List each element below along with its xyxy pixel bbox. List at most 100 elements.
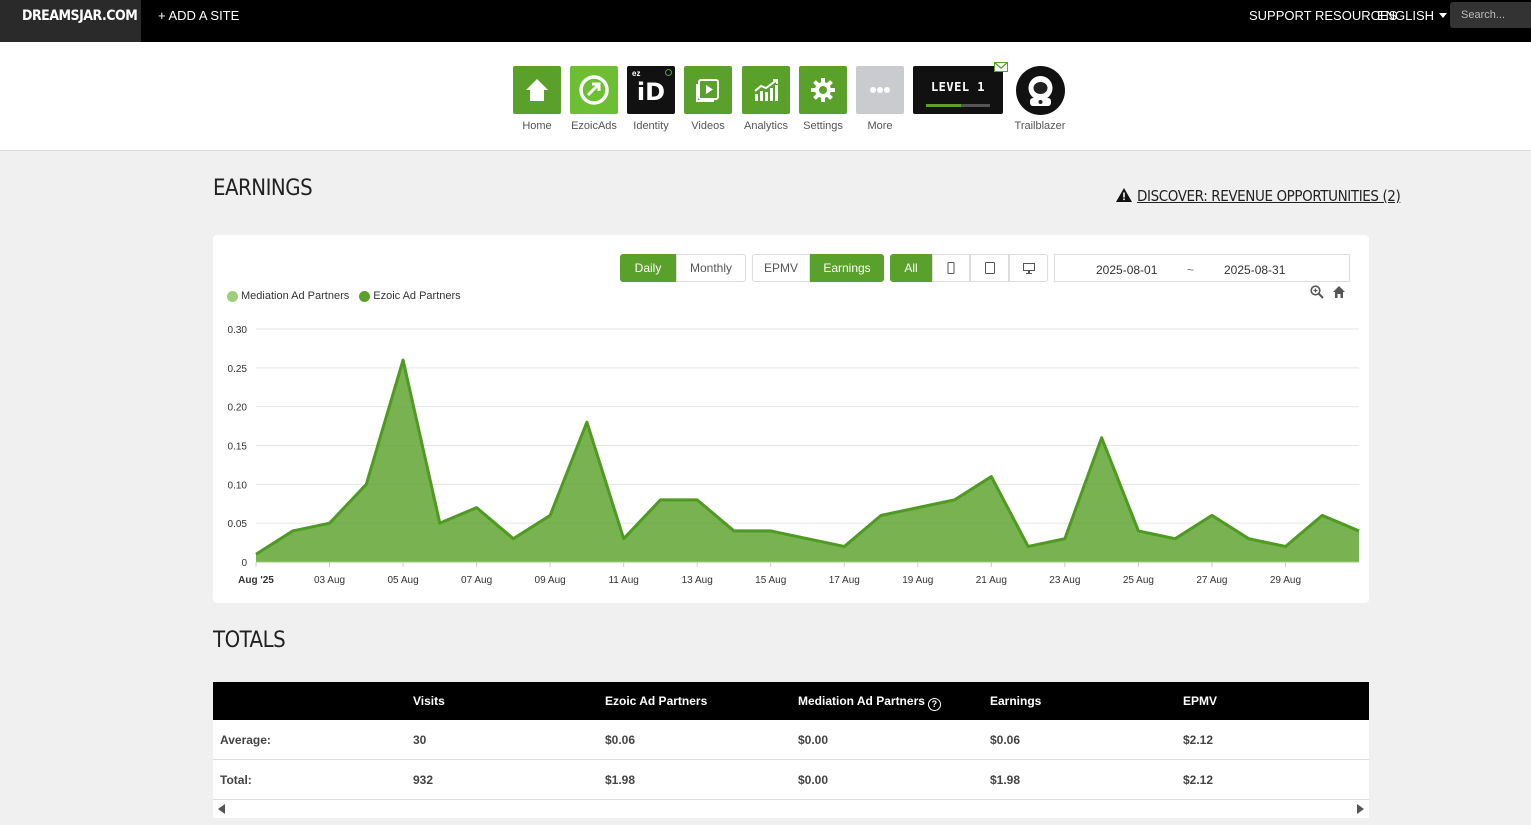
mobile-button[interactable]	[932, 254, 970, 282]
analytics-icon	[754, 79, 778, 101]
x-tick-label: 27 Aug	[1196, 575, 1227, 586]
earnings-chart-card: Daily Monthly EPMV Earnings All 2025-08-…	[213, 235, 1369, 603]
chart-legend: Mediation Ad Partners Ezoic Ad Partners	[227, 290, 471, 302]
home-icon	[526, 79, 548, 101]
avatar[interactable]	[1016, 66, 1065, 115]
all-devices-button[interactable]: All	[890, 254, 932, 282]
desktop-icon	[1022, 262, 1035, 274]
y-tick-label: 0.25	[228, 364, 248, 375]
help-icon[interactable]: ?	[927, 697, 941, 711]
horizontal-scrollbar[interactable]	[213, 800, 1369, 818]
table-cell: $0.06	[990, 733, 1021, 747]
tablet-icon	[984, 262, 995, 274]
date-start: 2025-08-01	[1096, 263, 1158, 277]
video-icon	[696, 79, 719, 102]
metric-toggle: EPMV Earnings	[752, 254, 884, 282]
x-tick-label: 21 Aug	[976, 575, 1007, 586]
desktop-button[interactable]	[1009, 254, 1048, 282]
settings-app-button[interactable]	[799, 66, 847, 114]
language-label: ENGLISH	[1377, 8, 1435, 23]
discover-revenue-link[interactable]: DISCOVER: REVENUE OPPORTUNITIES (2)	[1115, 187, 1401, 205]
x-tick-label: 07 Aug	[461, 575, 492, 586]
search-input[interactable]	[1450, 2, 1531, 28]
date-separator: ~	[1187, 263, 1195, 277]
gear-icon	[811, 78, 835, 102]
table-header: Visits Ezoic Ad Partners Mediation Ad Pa…	[213, 682, 1369, 720]
level-progress-bar	[926, 104, 990, 107]
series-area-ezoic	[256, 360, 1359, 562]
x-tick-label: 25 Aug	[1123, 575, 1154, 586]
device-toggle: All	[890, 254, 1048, 282]
scroll-right-icon[interactable]	[1356, 804, 1364, 814]
table-cell: $2.12	[1183, 773, 1214, 787]
site-brand-link[interactable]: DREAMSJAR.COM	[0, 0, 141, 42]
column-header: EPMV	[1183, 694, 1218, 708]
totals-heading: TOTALS	[213, 628, 286, 653]
legend-mediation[interactable]: Mediation Ad Partners	[227, 290, 349, 302]
add-site-link[interactable]: + ADD A SITE	[158, 0, 239, 32]
column-header: Earnings	[990, 694, 1042, 708]
y-tick-label: 0.30	[228, 325, 248, 336]
table-cell: $0.00	[798, 773, 829, 787]
x-tick-label: 17 Aug	[829, 575, 860, 586]
table-cell: 30	[413, 733, 427, 747]
earnings-button[interactable]: Earnings	[810, 254, 884, 282]
table-row: Total: 932 $1.98 $0.00 $1.98 $2.12	[213, 760, 1369, 800]
table-cell: Total:	[220, 773, 252, 787]
more-app-button[interactable]	[856, 66, 904, 114]
identity-sub-label: ez	[632, 69, 641, 78]
table-cell: $1.98	[605, 773, 636, 787]
y-tick-label: 0.05	[228, 519, 248, 530]
x-tick-label: 29 Aug	[1270, 575, 1301, 586]
y-tick-label: 0.10	[228, 480, 248, 491]
earnings-heading: EARNINGS	[213, 176, 313, 201]
ezoicads-icon	[579, 75, 609, 105]
monthly-button[interactable]: Monthly	[676, 254, 746, 282]
legend-label: Mediation Ad Partners	[241, 290, 350, 302]
level-badge-button[interactable]: LEVEL 1	[913, 66, 1003, 114]
mail-icon[interactable]	[994, 62, 1008, 72]
discover-label: DISCOVER: REVENUE OPPORTUNITIES (2)	[1137, 187, 1401, 205]
profile-label: Trailblazer	[1014, 120, 1066, 132]
tablet-button[interactable]	[970, 254, 1009, 282]
zoom-icon[interactable]	[1310, 285, 1324, 299]
language-dropdown[interactable]: ENGLISH	[1377, 0, 1448, 32]
scroll-left-icon[interactable]	[218, 804, 226, 814]
table-cell: $2.12	[1183, 733, 1214, 747]
level-progress-fill	[926, 104, 962, 107]
y-tick-label: 0.15	[228, 442, 248, 453]
daily-button[interactable]: Daily	[620, 254, 676, 282]
column-header-mediation: Mediation Ad Partners?	[798, 682, 941, 720]
column-header: Mediation Ad Partners	[798, 694, 925, 708]
y-tick-label: 0	[241, 558, 247, 569]
legend-dot	[227, 290, 238, 302]
x-tick-label: 03 Aug	[314, 575, 345, 586]
table-cell: $1.98	[990, 773, 1021, 787]
identity-status-dot	[665, 69, 672, 76]
table-cell: 932	[413, 773, 434, 787]
reset-zoom-home-icon[interactable]	[1332, 285, 1346, 299]
more-icon	[870, 87, 890, 93]
column-header: Visits	[413, 694, 445, 708]
app-label: More	[867, 120, 893, 132]
date-range-picker[interactable]: 2025-08-01 ~ 2025-08-31	[1054, 254, 1350, 282]
x-tick-label: 19 Aug	[902, 575, 933, 586]
epmv-button[interactable]: EPMV	[752, 254, 810, 282]
x-tick-label: 11 Aug	[608, 575, 638, 586]
legend-label: Ezoic Ad Partners	[373, 290, 461, 302]
table-cell: Average:	[220, 733, 271, 747]
identity-app-button[interactable]: ez iD	[627, 66, 675, 114]
table-cell: $0.06	[605, 733, 636, 747]
table-row: Average: 30 $0.06 $0.00 $0.06 $2.12	[213, 720, 1369, 760]
period-toggle: Daily Monthly	[620, 254, 746, 282]
app-icon-bar: Home EzoicAds ez iD Identity Videos Anal…	[0, 42, 1531, 151]
legend-ezoic[interactable]: Ezoic Ad Partners	[359, 290, 461, 302]
analytics-app-button[interactable]	[742, 66, 790, 114]
home-app-button[interactable]	[513, 66, 561, 114]
support-resources-link[interactable]: SUPPORT RESOURCES	[1249, 0, 1397, 32]
identity-badge: iD	[636, 78, 666, 106]
x-tick-label: Aug '25	[238, 575, 274, 586]
mobile-icon	[947, 262, 955, 274]
ezoicads-app-button[interactable]	[570, 66, 618, 114]
videos-app-button[interactable]	[684, 66, 732, 114]
